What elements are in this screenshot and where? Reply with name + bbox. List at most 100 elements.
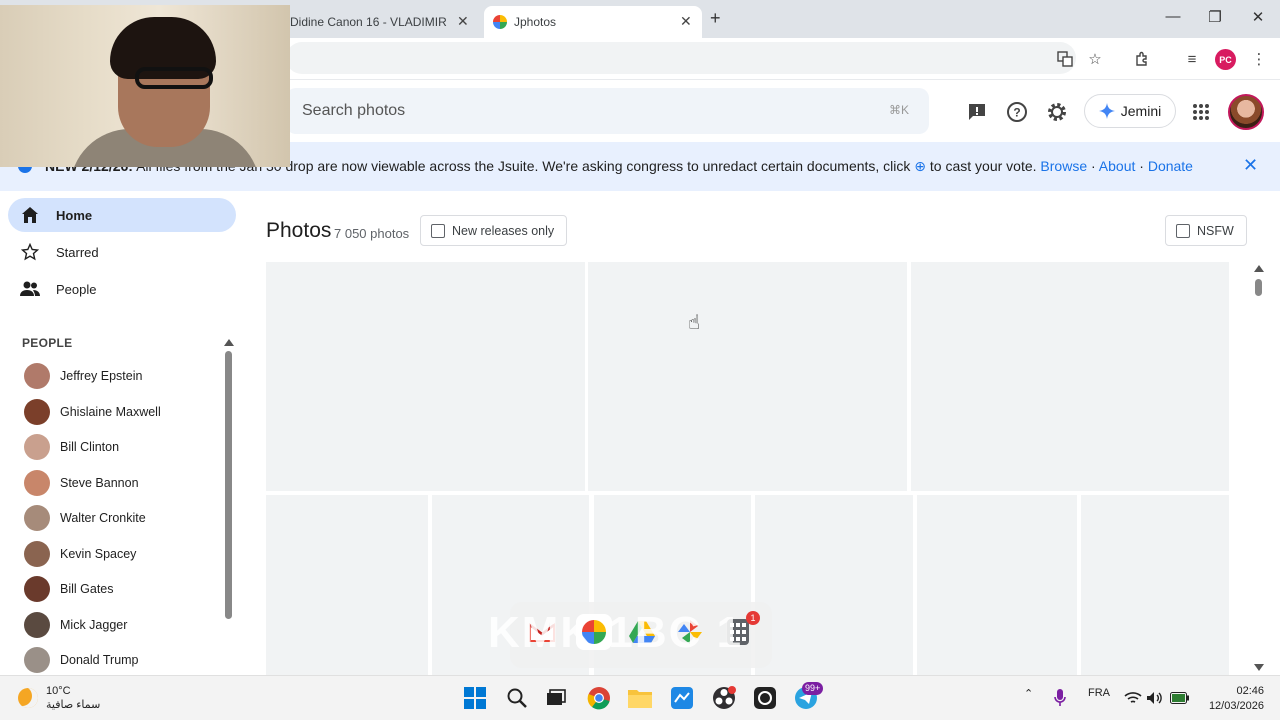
- home-icon: [20, 205, 40, 225]
- minimize-button[interactable]: —: [1158, 8, 1188, 25]
- system-clock[interactable]: 02:46 12/03/2026: [1200, 684, 1264, 714]
- search-shortcut-hint: ⌘K: [888, 103, 909, 117]
- tray-overflow-icon[interactable]: ⌃: [1024, 687, 1033, 700]
- settings-gear-icon[interactable]: [1045, 100, 1069, 124]
- nsfw-checkbox[interactable]: NSFW: [1165, 215, 1247, 246]
- photos-app-icon[interactable]: [576, 614, 612, 650]
- person-item[interactable]: Ghislaine Maxwell: [22, 397, 222, 427]
- task-view-icon[interactable]: [543, 685, 569, 711]
- jemini-button[interactable]: Jemini: [1084, 94, 1176, 128]
- windows-start-icon[interactable]: [462, 685, 488, 711]
- scroll-up-arrow-icon[interactable]: [224, 339, 234, 346]
- photo-tile[interactable]: [911, 262, 1229, 491]
- jemini-label: Jemini: [1120, 103, 1162, 119]
- battery-charging-icon[interactable]: [1168, 685, 1192, 711]
- whiteboard-app-icon[interactable]: [669, 685, 695, 711]
- file-explorer-icon[interactable]: [627, 685, 653, 711]
- photo-tile[interactable]: [1081, 495, 1229, 675]
- photo-tile[interactable]: [588, 262, 907, 491]
- feedback-icon[interactable]: [965, 100, 989, 124]
- person-item[interactable]: Steve Bannon: [22, 468, 222, 498]
- page-title: Photos: [266, 219, 332, 242]
- photo-tile[interactable]: [266, 495, 428, 675]
- person-name: Bill Clinton: [60, 440, 120, 454]
- camera-app-icon[interactable]: [752, 685, 778, 711]
- banner-link-about[interactable]: About: [1099, 158, 1136, 174]
- translate-icon[interactable]: [1054, 48, 1076, 70]
- scroll-down-arrow-icon[interactable]: [1254, 664, 1264, 671]
- tab-didine-canon[interactable]: Didine Canon 16 - VLADIMIR X ✕: [282, 6, 472, 38]
- magnify-icon[interactable]: ⊕: [914, 158, 926, 174]
- person-avatar: [24, 647, 50, 673]
- close-window-button[interactable]: ✕: [1243, 8, 1273, 26]
- photo-tile[interactable]: [266, 262, 585, 491]
- address-bar[interactable]: [286, 42, 1076, 74]
- speaker-icon[interactable]: [1144, 685, 1166, 711]
- scrollbar-thumb[interactable]: [225, 351, 232, 619]
- drive-app-icon[interactable]: [624, 614, 660, 650]
- tab-title: Didine Canon 16 - VLADIMIR X: [290, 15, 450, 29]
- tab-jphotos[interactable]: Jphotos ✕: [484, 6, 702, 38]
- banner-link-donate[interactable]: Donate: [1148, 158, 1193, 174]
- reading-list-icon[interactable]: ≡: [1181, 48, 1203, 70]
- obs-record-icon[interactable]: [711, 685, 737, 711]
- checkbox-icon: [431, 223, 445, 238]
- person-item[interactable]: Kevin Spacey: [22, 539, 222, 569]
- gmail-app-icon[interactable]: [524, 614, 560, 650]
- photo-tile[interactable]: [917, 495, 1077, 675]
- person-avatar: [24, 505, 50, 531]
- weather-description: سماء صافية: [46, 699, 101, 711]
- person-name: Steve Bannon: [60, 475, 139, 490]
- sidebar-item-people[interactable]: People: [8, 272, 236, 306]
- sidebar-scrollbar[interactable]: [224, 339, 234, 625]
- account-avatar[interactable]: [1228, 94, 1264, 130]
- person-item[interactable]: Bill Gates: [22, 574, 222, 604]
- new-tab-button[interactable]: +: [710, 8, 721, 29]
- browser-profile-avatar[interactable]: PC: [1215, 49, 1236, 70]
- chrome-taskbar-icon[interactable]: [586, 685, 612, 711]
- microphone-icon[interactable]: [1049, 685, 1071, 711]
- banner-message-end: to cast your vote.: [926, 158, 1041, 174]
- help-icon[interactable]: ?: [1005, 100, 1029, 124]
- person-item[interactable]: Mick Jagger: [22, 610, 222, 640]
- photo-tile[interactable]: [755, 495, 913, 675]
- person-item[interactable]: Walter Cronkite: [22, 503, 222, 533]
- search-bar[interactable]: ⌘K: [286, 88, 929, 134]
- jphotos-favicon-icon: [493, 15, 507, 29]
- banner-link-browse[interactable]: Browse: [1040, 158, 1087, 174]
- clock-date: 12/03/2026: [1208, 700, 1264, 712]
- main-scrollbar-thumb[interactable]: [1255, 279, 1262, 296]
- scroll-up-arrow-icon[interactable]: [1254, 265, 1264, 272]
- checkbox-label: New releases only: [452, 223, 555, 238]
- extensions-icon[interactable]: [1131, 48, 1153, 70]
- person-name: Walter Cronkite: [60, 511, 146, 525]
- person-item[interactable]: Jeffrey Epstein: [22, 361, 222, 391]
- new-releases-checkbox[interactable]: New releases only: [420, 215, 568, 246]
- sidebar-item-starred[interactable]: Starred: [8, 235, 236, 269]
- tab-close-icon[interactable]: ✕: [680, 13, 692, 30]
- app-dock: [510, 602, 772, 668]
- person-item[interactable]: Donald Trump: [22, 645, 222, 675]
- webcam-overlay: [0, 5, 290, 167]
- moon-weather-icon: [18, 688, 38, 708]
- maximize-button[interactable]: ❐: [1200, 8, 1230, 26]
- browser-menu-icon[interactable]: ⋮: [1248, 48, 1270, 70]
- sidebar: Home Starred People PEOPLE Jeffrey Epste…: [0, 191, 244, 675]
- people-icon: [20, 279, 40, 299]
- clock-time: 02:46: [1236, 685, 1264, 697]
- person-name: Donald Trump: [60, 653, 139, 667]
- language-indicator[interactable]: FRA: [1088, 687, 1110, 699]
- person-item[interactable]: Bill Clinton: [22, 432, 222, 462]
- search-input[interactable]: [302, 102, 862, 120]
- tab-close-icon[interactable]: ✕: [457, 13, 469, 30]
- apps-grid-icon[interactable]: [1189, 100, 1213, 124]
- messenger-unread-badge: 99+: [802, 682, 824, 695]
- banner-close-button[interactable]: ✕: [1243, 155, 1258, 176]
- sidebar-item-home[interactable]: Home: [8, 198, 236, 232]
- svg-text:?: ?: [1013, 106, 1020, 120]
- weather-widget[interactable]: 10°C سماء صافية: [18, 684, 100, 712]
- search-icon[interactable]: [504, 685, 530, 711]
- pinwheel-app-icon[interactable]: [672, 614, 708, 650]
- bookmark-star-icon[interactable]: ☆: [1084, 48, 1106, 70]
- wifi-icon[interactable]: [1122, 685, 1144, 711]
